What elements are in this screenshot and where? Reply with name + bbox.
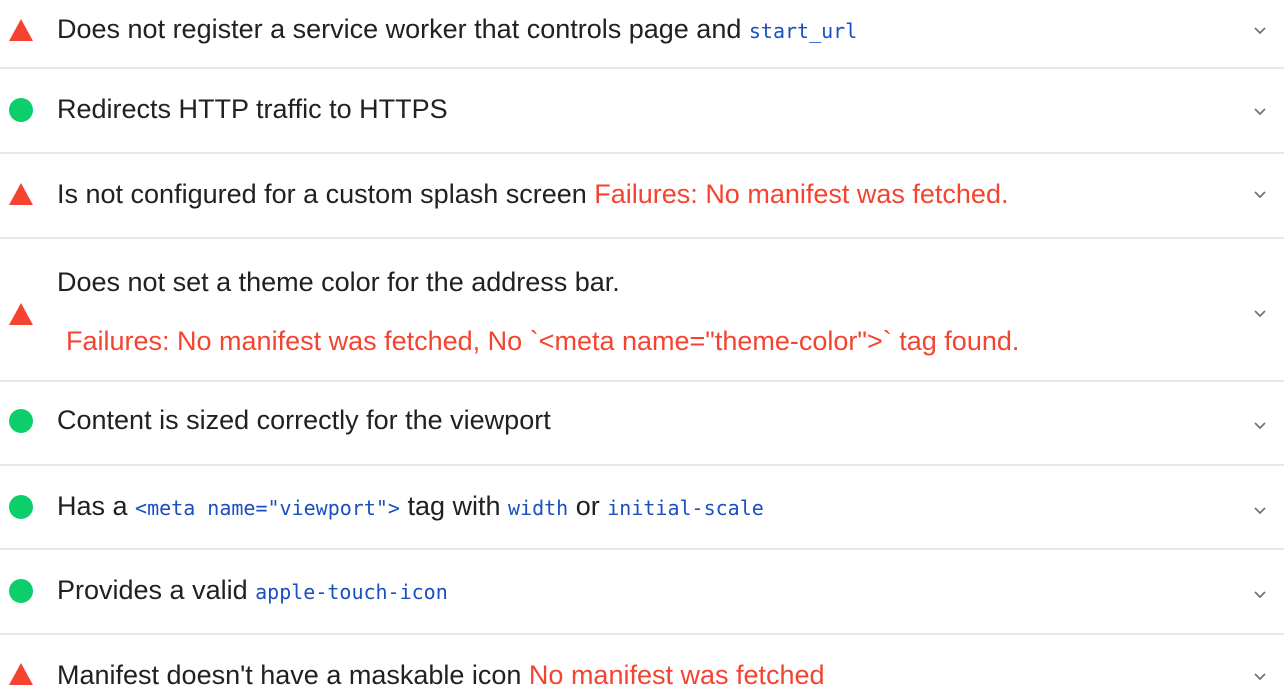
audit-row-apple-touch-icon[interactable]: Provides a valid apple-touch-icon (0, 550, 1284, 633)
code-meta-viewport: <meta name="viewport"> (135, 496, 400, 520)
audit-title: Redirects HTTP traffic to HTTPS (57, 94, 448, 124)
chevron-down-icon[interactable] (1252, 103, 1268, 119)
pass-circle-icon (8, 97, 34, 123)
audit-row-viewport-sized[interactable]: Content is sized correctly for the viewp… (0, 382, 1284, 464)
chevron-down-icon[interactable] (1252, 305, 1268, 321)
fail-triangle-icon (8, 181, 34, 207)
code-apple-touch-icon: apple-touch-icon (255, 580, 448, 604)
audit-title: Content is sized correctly for the viewp… (57, 405, 551, 435)
code-width: width (508, 496, 569, 520)
audit-title: Does not register a service worker that … (57, 14, 858, 44)
failure-text: Failures: No manifest was fetched, No `<… (66, 326, 1020, 356)
audit-row-service-worker[interactable]: Does not register a service worker that … (0, 0, 1284, 68)
fail-triangle-icon (8, 17, 34, 43)
audit-row-splash-screen[interactable]: Is not configured for a custom splash sc… (0, 154, 1284, 237)
audit-row-https-redirect[interactable]: Redirects HTTP traffic to HTTPS (0, 69, 1284, 152)
fail-triangle-icon (8, 661, 34, 687)
failure-text: Failures: No manifest was fetched. (594, 179, 1009, 209)
code-start-url: start_url (748, 19, 858, 43)
chevron-down-icon[interactable] (1252, 22, 1268, 38)
fail-triangle-icon (8, 301, 34, 327)
audit-row-meta-viewport[interactable]: Has a <meta name="viewport"> tag with wi… (0, 466, 1284, 548)
audit-list: Does not register a service worker that … (0, 0, 1284, 694)
audit-title: Does not set a theme color for the addre… (57, 267, 620, 297)
audit-title: Manifest doesn't have a maskable icon No… (57, 660, 825, 690)
chevron-down-icon[interactable] (1252, 668, 1268, 684)
pass-circle-icon (8, 578, 34, 604)
pass-circle-icon (8, 494, 34, 520)
chevron-down-icon[interactable] (1252, 186, 1268, 202)
audit-title: Is not configured for a custom splash sc… (57, 179, 1009, 209)
audit-title: Has a <meta name="viewport"> tag with wi… (57, 491, 764, 521)
code-initial-scale: initial-scale (607, 496, 764, 520)
audit-title: Provides a valid apple-touch-icon (57, 575, 448, 605)
chevron-down-icon[interactable] (1252, 586, 1268, 602)
audit-row-theme-color[interactable]: Does not set a theme color for the addre… (0, 239, 1284, 380)
pass-circle-icon (8, 408, 34, 434)
chevron-down-icon[interactable] (1252, 502, 1268, 518)
chevron-down-icon[interactable] (1252, 417, 1268, 433)
audit-row-maskable-icon[interactable]: Manifest doesn't have a maskable icon No… (0, 635, 1284, 694)
failure-text: No manifest was fetched (528, 660, 825, 690)
